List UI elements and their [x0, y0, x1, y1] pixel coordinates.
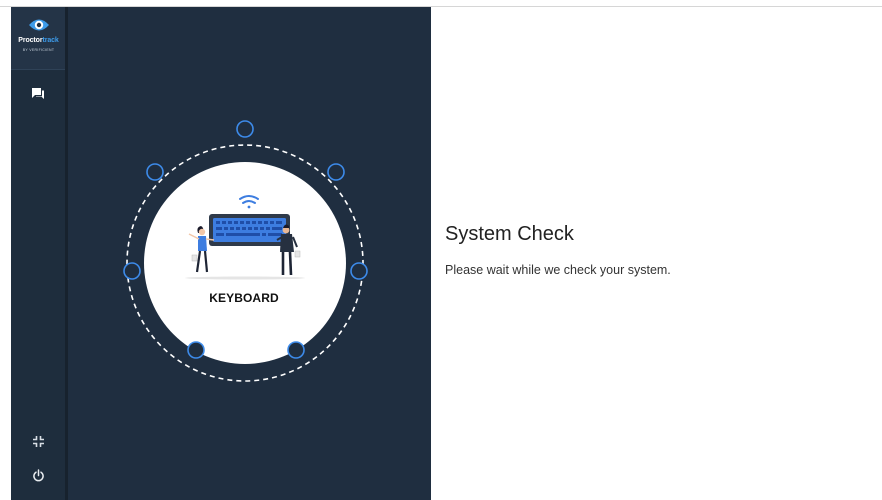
brand-logo: Proctortrack BY VERIFICIENT: [11, 7, 66, 70]
device-disc: [144, 162, 346, 364]
step-node: [350, 262, 368, 280]
brand-name-part1: Proctor: [18, 37, 43, 44]
chat-icon: [32, 87, 44, 99]
step-node: [146, 163, 164, 181]
status-message: Please wait while we check your system.: [445, 263, 671, 277]
minimize-button[interactable]: [28, 431, 48, 451]
power-button[interactable]: [28, 465, 48, 485]
device-label: KEYBOARD: [209, 291, 279, 305]
chat-button[interactable]: [28, 83, 48, 103]
sidebar: Proctortrack BY VERIFICIENT: [11, 7, 66, 500]
keyboard-icon: [209, 214, 290, 246]
progress-ring: [123, 120, 368, 382]
brand-name-part2: track: [42, 37, 59, 44]
minimize-icon: [32, 435, 44, 447]
step-node: [123, 262, 141, 280]
step-node: [236, 120, 254, 138]
main-content: System Check Please wait while we check …: [431, 7, 882, 500]
brand-byline: BY VERIFICIENT: [22, 48, 55, 52]
step-node: [287, 341, 305, 359]
app-window: Proctortrack BY VERIFICIENT KEYBOARD Sys…: [0, 0, 882, 500]
brand-name: Proctortrack: [11, 37, 66, 44]
page-title: System Check: [445, 223, 574, 245]
illustration-panel: KEYBOARD: [68, 7, 431, 500]
eye-logo-icon: [29, 19, 49, 31]
step-node: [327, 163, 345, 181]
power-icon: [32, 468, 44, 481]
step-node: [187, 341, 205, 359]
